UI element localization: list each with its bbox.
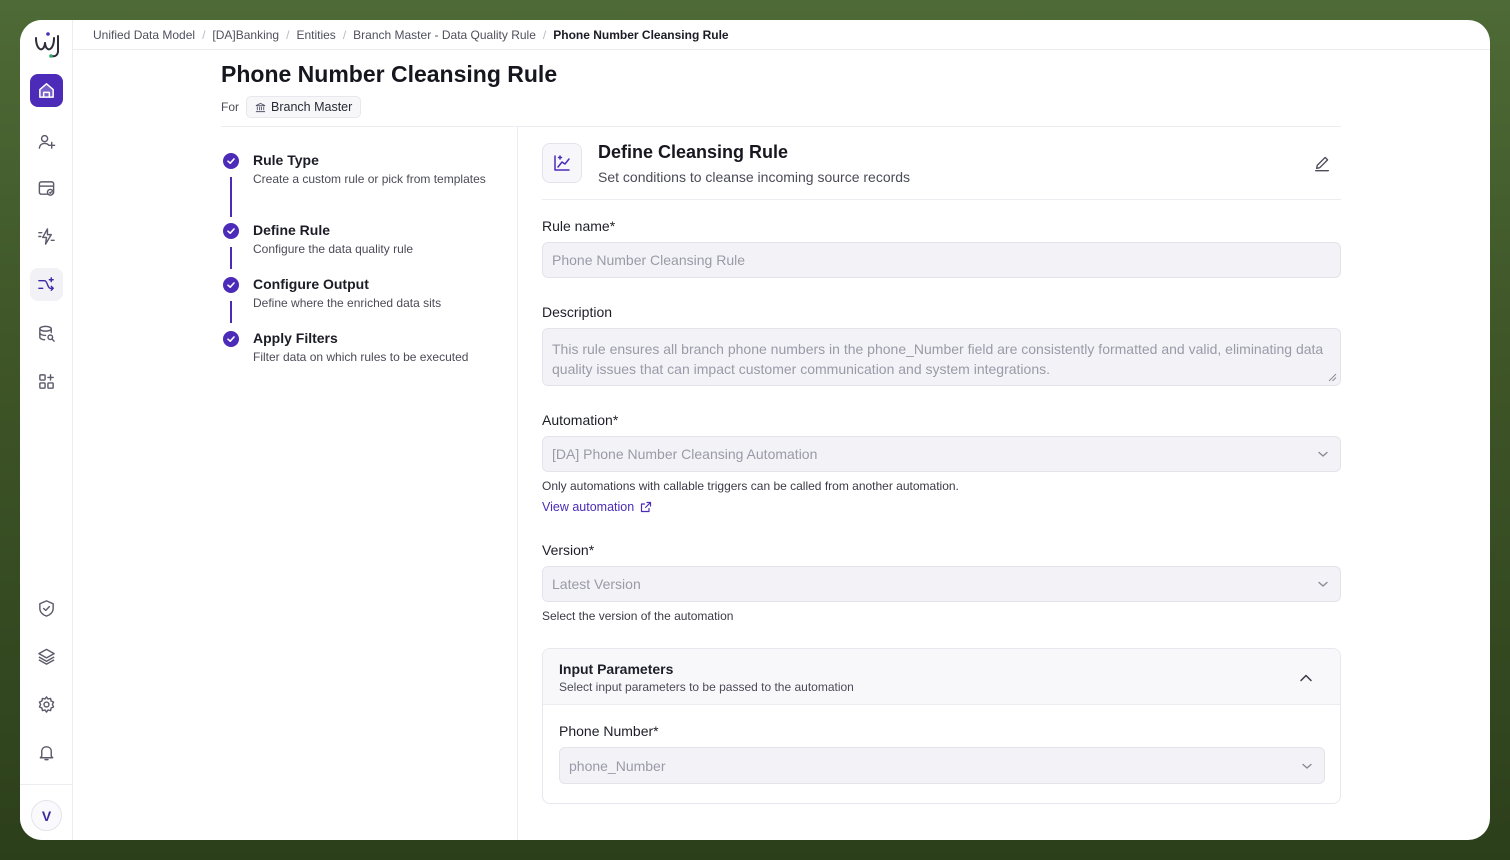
user-sparkle-icon[interactable]: [30, 125, 63, 158]
automation-select[interactable]: [DA] Phone Number Cleansing Automation: [542, 436, 1341, 472]
header-divider: [221, 126, 1341, 127]
panel-subtitle: Set conditions to cleanse incoming sourc…: [598, 169, 911, 185]
view-automation-link[interactable]: View automation: [542, 500, 652, 514]
logo-icon[interactable]: [31, 29, 63, 61]
cleansing-sparkle-icon: [542, 143, 582, 183]
entity-context: For Branch Master: [221, 96, 362, 118]
chevron-down-icon: [1302, 763, 1312, 769]
breadcrumb-item[interactable]: Entities: [296, 28, 335, 42]
step-define-rule[interactable]: Define Rule Configure the data quality r…: [223, 222, 493, 257]
page-title: Phone Number Cleansing Rule: [221, 61, 558, 87]
rule-name-label: Rule name*: [542, 218, 616, 234]
automation-label: Automation*: [542, 412, 619, 428]
breadcrumb-separator: /: [542, 27, 547, 42]
apps-grid-icon[interactable]: [30, 365, 63, 398]
check-icon: [223, 331, 239, 347]
step-title: Define Rule: [253, 222, 331, 238]
step-configure-output[interactable]: Configure Output Define where the enrich…: [223, 276, 493, 311]
home-icon[interactable]: [30, 74, 63, 107]
flow-sparkle-icon[interactable]: [30, 268, 63, 301]
check-icon: [223, 223, 239, 239]
chevron-up-icon[interactable]: [1298, 670, 1314, 686]
entity-name: Branch Master: [271, 100, 353, 114]
phone-number-select[interactable]: phone_Number: [559, 747, 1325, 784]
resize-handle-icon[interactable]: [1328, 373, 1337, 382]
edit-icon[interactable]: [1310, 151, 1334, 175]
for-label: For: [221, 100, 239, 114]
breadcrumb-item[interactable]: [DA]Banking: [212, 28, 279, 42]
step-desc: Create a custom rule or pick from templa…: [253, 172, 486, 186]
breadcrumb-current: Phone Number Cleansing Rule: [553, 27, 729, 42]
version-value: Latest Version: [552, 576, 641, 592]
phone-number-value: phone_Number: [569, 757, 666, 774]
version-select[interactable]: Latest Version: [542, 566, 1341, 602]
input-parameters-title: Input Parameters: [559, 661, 674, 677]
breadcrumb-separator: /: [286, 27, 290, 42]
step-desc: Filter data on which rules to be execute…: [253, 350, 469, 364]
sidebar: V: [20, 20, 73, 840]
entity-chip[interactable]: Branch Master: [246, 96, 362, 118]
step-title: Apply Filters: [253, 330, 338, 346]
layers-icon[interactable]: [30, 640, 63, 673]
step-title: Rule Type: [253, 152, 319, 168]
breadcrumb: Unified Data Model / [DA]Banking / Entit…: [73, 20, 1490, 50]
input-parameters-subtitle: Select input parameters to be passed to …: [559, 680, 854, 694]
version-label: Version*: [542, 542, 595, 558]
avatar[interactable]: V: [31, 800, 62, 831]
step-desc: Configure the data quality rule: [253, 242, 414, 256]
check-icon: [223, 277, 239, 293]
breadcrumb-item[interactable]: Unified Data Model: [93, 28, 195, 42]
step-rule-type[interactable]: Rule Type Create a custom rule or pick f…: [223, 152, 493, 187]
sidebar-divider: [20, 784, 73, 785]
automation-help: Only automations with callable triggers …: [542, 479, 959, 493]
phone-number-label: Phone Number*: [559, 723, 659, 739]
version-help: Select the version of the automation: [542, 609, 734, 623]
panel-title: Define Cleansing Rule: [598, 142, 789, 162]
column-divider: [517, 127, 518, 840]
description-textarea[interactable]: This rule ensures all branch phone numbe…: [542, 328, 1341, 386]
database-search-icon[interactable]: [30, 317, 63, 350]
input-parameters-card: Input Parameters Select input parameters…: [542, 648, 1341, 804]
bell-icon[interactable]: [30, 736, 63, 769]
step-desc: Define where the enriched data sits: [253, 296, 442, 310]
bank-icon: [255, 102, 266, 112]
chevron-down-icon: [1318, 451, 1328, 457]
description-label: Description: [542, 304, 613, 320]
step-apply-filters[interactable]: Apply Filters Filter data on which rules…: [223, 330, 493, 365]
breadcrumb-item[interactable]: Branch Master - Data Quality Rule: [353, 28, 536, 42]
external-link-icon: [641, 501, 652, 513]
calendar-form-icon[interactable]: [30, 172, 63, 205]
panel-divider: [542, 199, 1341, 200]
app-window: V Unified Data Model / [DA]Banking / Ent…: [20, 20, 1490, 840]
automation-value: [DA] Phone Number Cleansing Automation: [552, 446, 818, 462]
check-icon: [223, 153, 239, 169]
lightning-icon[interactable]: [30, 220, 63, 253]
gear-icon[interactable]: [30, 688, 63, 721]
breadcrumb-separator: /: [342, 27, 347, 42]
input-parameters-header[interactable]: Input Parameters Select input parameters…: [543, 649, 1340, 705]
description-text: This rule ensures all branch phone numbe…: [552, 341, 1324, 377]
chevron-down-icon: [1318, 581, 1328, 587]
step-title: Configure Output: [253, 276, 369, 292]
shield-icon[interactable]: [30, 592, 63, 625]
breadcrumb-separator: /: [202, 27, 206, 42]
rule-name-input[interactable]: Phone Number Cleansing Rule: [542, 242, 1341, 278]
view-automation-label: View automation: [542, 500, 635, 514]
